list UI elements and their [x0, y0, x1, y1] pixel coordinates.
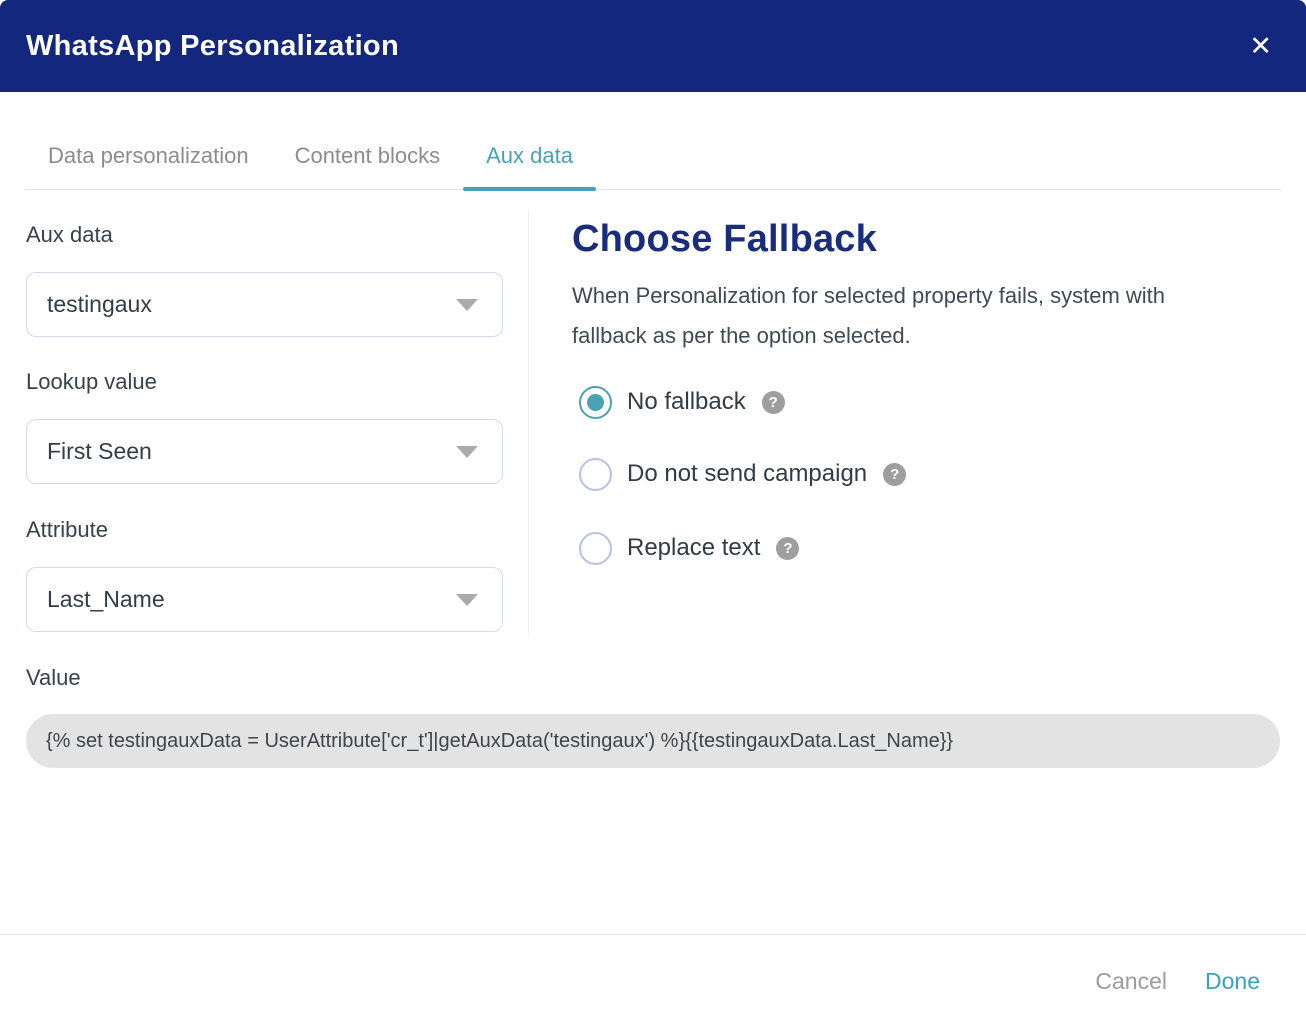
dialog-footer: Cancel Done — [0, 934, 1306, 1028]
tab-data-personalization[interactable]: Data personalization — [25, 143, 272, 189]
radio-option-label: No fallback — [627, 388, 746, 416]
aux-data-selected-value: testingaux — [47, 291, 152, 318]
help-icon[interactable]: ? — [776, 537, 799, 560]
help-icon[interactable]: ? — [762, 391, 785, 414]
lookup-value-label: Lookup value — [26, 369, 157, 395]
lookup-value-selected-value: First Seen — [47, 438, 152, 465]
aux-data-select[interactable]: testingaux — [26, 272, 503, 337]
radio-option-replace-text[interactable]: Replace text ? — [579, 531, 799, 565]
radio-option-no-fallback[interactable]: No fallback ? — [579, 385, 785, 419]
radio-unselected-icon[interactable] — [579, 532, 612, 565]
radio-option-label: Replace text — [627, 534, 760, 562]
tab-content-blocks[interactable]: Content blocks — [272, 143, 464, 189]
attribute-selected-value: Last_Name — [47, 586, 165, 613]
caret-down-icon — [456, 299, 478, 311]
done-button[interactable]: Done — [1205, 968, 1260, 995]
value-expression-text: {% set testingauxData = UserAttribute['c… — [46, 730, 953, 753]
value-label: Value — [26, 665, 81, 691]
choose-fallback-title: Choose Fallback — [572, 218, 877, 261]
attribute-select[interactable]: Last_Name — [26, 567, 503, 632]
aux-data-label: Aux data — [26, 222, 113, 248]
attribute-label: Attribute — [26, 517, 108, 543]
radio-option-do-not-send-campaign[interactable]: Do not send campaign ? — [579, 457, 906, 491]
choose-fallback-description: When Personalization for selected proper… — [572, 276, 1220, 356]
radio-option-label: Do not send campaign — [627, 460, 867, 488]
tab-aux-data[interactable]: Aux data — [463, 143, 596, 189]
caret-down-icon — [456, 594, 478, 606]
value-expression-field[interactable]: {% set testingauxData = UserAttribute['c… — [26, 714, 1280, 768]
lookup-value-select[interactable]: First Seen — [26, 419, 503, 484]
cancel-button[interactable]: Cancel — [1095, 968, 1167, 995]
help-icon[interactable]: ? — [883, 463, 906, 486]
tab-bar: Data personalization Content blocks Aux … — [25, 92, 1281, 190]
caret-down-icon — [456, 446, 478, 458]
vertical-divider — [528, 210, 529, 637]
dialog-title: WhatsApp Personalization — [26, 30, 399, 63]
radio-selected-icon[interactable] — [579, 386, 612, 419]
close-icon[interactable]: ✕ — [1249, 33, 1272, 60]
dialog-header: WhatsApp Personalization ✕ — [0, 0, 1306, 92]
radio-unselected-icon[interactable] — [579, 458, 612, 491]
